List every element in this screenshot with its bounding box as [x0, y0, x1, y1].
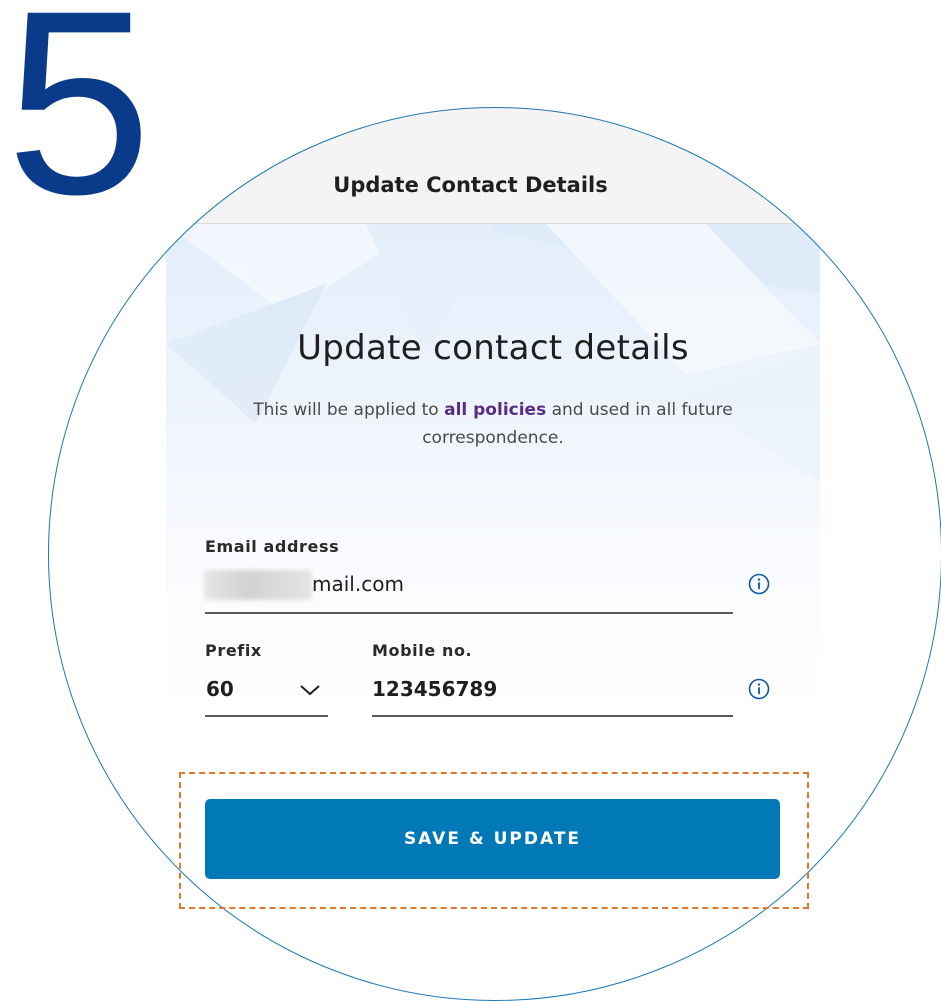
email-label: Email address — [205, 537, 340, 556]
redacted-email-prefix — [204, 570, 312, 600]
mobile-field[interactable]: 123456789 — [372, 677, 497, 701]
save-update-button[interactable]: SAVE & UPDATE — [205, 799, 780, 879]
email-underline — [205, 612, 733, 614]
card-title: Update contact details — [297, 328, 689, 368]
subtitle-text-start: This will be applied to — [253, 400, 445, 420]
intro-card — [166, 224, 820, 714]
subtitle-highlight: all policies — [444, 400, 547, 420]
mobile-label: Mobile no. — [372, 641, 473, 660]
app-screen: Update Contact Details Update contact de… — [48, 107, 941, 990]
prefix-label: Prefix — [205, 641, 262, 660]
header-title: Update Contact Details — [333, 173, 608, 197]
background-facets — [166, 224, 820, 484]
prefix-underline — [205, 715, 328, 717]
info-icon[interactable] — [748, 678, 770, 700]
prefix-select[interactable]: 60 — [206, 677, 234, 701]
step-number: 5 — [6, 0, 152, 249]
card-subtitle: This will be applied to all policies and… — [196, 396, 790, 452]
chevron-down-icon[interactable] — [299, 683, 321, 697]
zoom-circle: Update Contact Details Update contact de… — [48, 107, 941, 1001]
info-icon[interactable] — [748, 573, 770, 595]
mobile-underline — [372, 715, 733, 717]
app-header — [48, 107, 941, 224]
email-field[interactable]: mail.com — [312, 572, 404, 596]
